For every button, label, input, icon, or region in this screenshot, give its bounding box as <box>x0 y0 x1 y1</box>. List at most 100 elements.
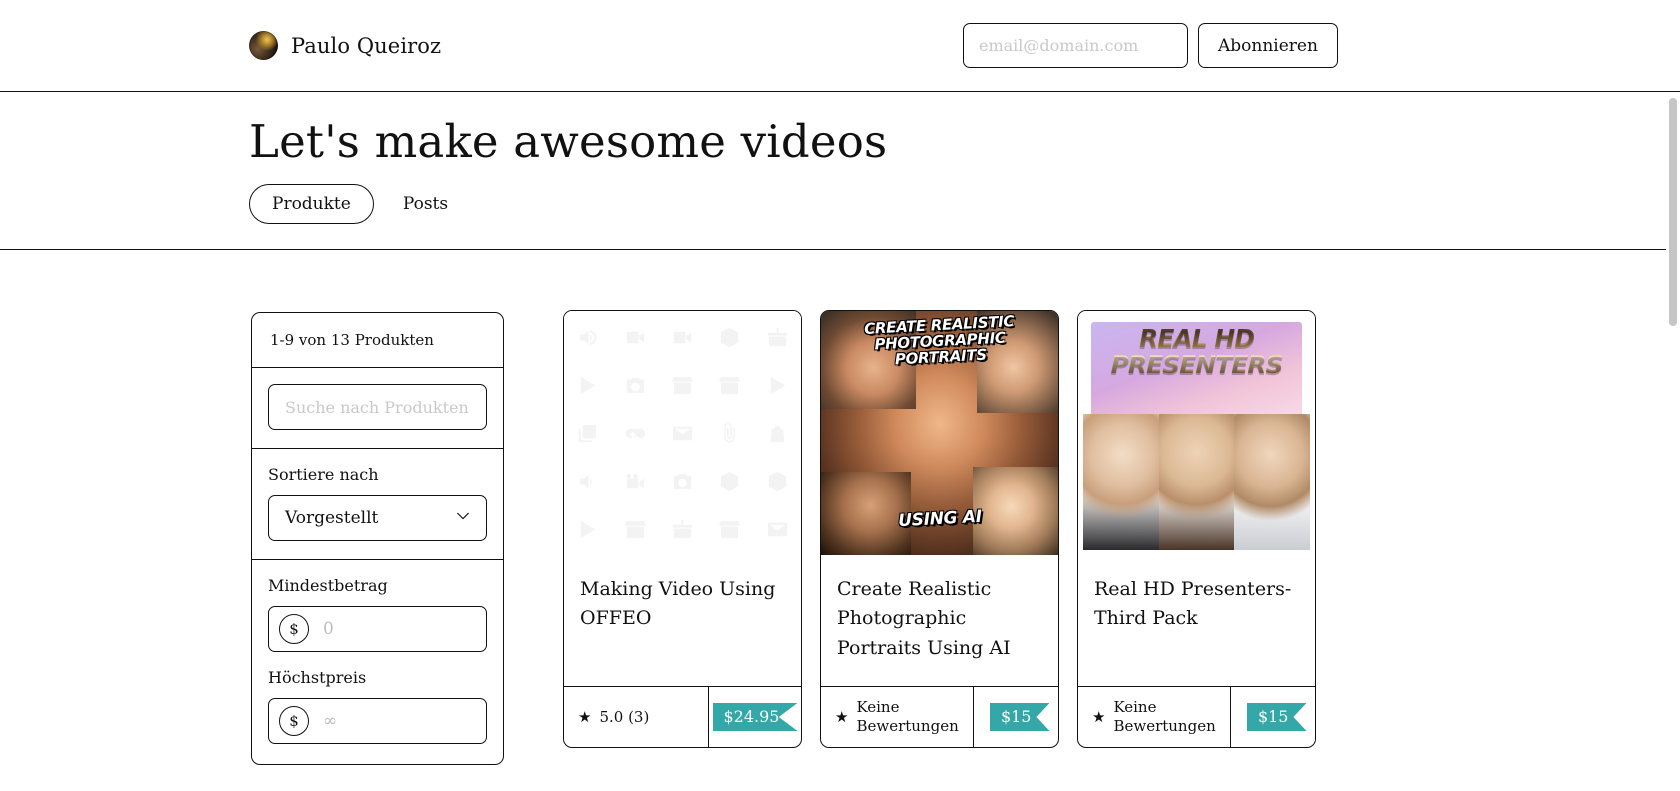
max-price-label: Höchstpreis <box>268 668 367 687</box>
product-rating: ★ Keine Bewertungen <box>1078 687 1230 747</box>
product-card[interactable]: Making Video Using OFFEO ★ 5.0 (3) $24.9… <box>563 310 802 748</box>
product-card-footer: ★ Keine Bewertungen $15 <box>821 686 1058 747</box>
sort-selected-value: Vorgestellt <box>285 508 379 528</box>
video-icon <box>671 326 694 349</box>
sort-label: Sortiere nach <box>268 465 379 484</box>
product-card-body: Create Realistic Photographic Portraits … <box>821 555 1058 686</box>
package-icon <box>766 470 789 493</box>
dollar-icon: $ <box>279 706 309 736</box>
product-rating: ★ 5.0 (3) <box>564 687 708 747</box>
presenter <box>1158 414 1235 550</box>
gamepad-icon <box>624 422 647 445</box>
presenter <box>1083 414 1159 550</box>
min-price-label: Mindestbetrag <box>268 576 388 595</box>
filter-price-section: Mindestbetrag $ Höchstpreis $ <box>252 560 503 764</box>
price-tag: $15 <box>989 703 1050 731</box>
page-title: Let's make awesome videos <box>249 115 888 168</box>
scrollbar-thumb[interactable] <box>1669 98 1677 326</box>
product-title: Making Video Using OFFEO <box>580 578 776 630</box>
photo-collage: CREATE REALISTIC PHOTOGRAPHIC PORTRAITS … <box>821 311 1058 555</box>
star-icon: ★ <box>835 707 849 726</box>
search-input[interactable] <box>268 384 487 430</box>
max-price-input[interactable] <box>309 710 459 732</box>
image-caption-bottom: USING AI <box>897 506 982 532</box>
star-icon: ★ <box>1092 707 1106 726</box>
price-tag: $15 <box>1246 703 1307 731</box>
store-icon <box>624 518 647 541</box>
product-rating: ★ Keine Bewertungen <box>821 687 973 747</box>
product-card-body: Making Video Using OFFEO <box>564 555 801 686</box>
mail-icon <box>671 422 694 445</box>
rating-text: Keine Bewertungen <box>1113 698 1216 735</box>
tab-produkte[interactable]: Produkte <box>249 184 374 224</box>
image-icon <box>576 422 599 445</box>
image-caption-top: CREATE REALISTIC PHOTOGRAPHIC PORTRAITS <box>863 312 1015 369</box>
product-card[interactable]: REAL HD PRESENTERS Real HD Presenters-Th… <box>1077 310 1316 748</box>
product-price-cell: $15 <box>972 687 1058 747</box>
product-count: 1-9 von 13 Produkten <box>252 313 503 368</box>
paperclip-icon <box>718 422 741 445</box>
product-grid: Making Video Using OFFEO ★ 5.0 (3) $24.9… <box>563 310 1316 748</box>
mail-icon <box>766 518 789 541</box>
subscribe-form: Abonnieren <box>963 23 1338 68</box>
play-icon <box>766 374 789 397</box>
email-input[interactable] <box>963 23 1188 68</box>
video-icon <box>624 326 647 349</box>
image-caption-top: REAL HD PRESENTERS <box>1083 326 1310 377</box>
sort-select[interactable]: Vorgestellt <box>268 495 487 541</box>
store-icon <box>671 374 694 397</box>
max-price-field[interactable]: $ <box>268 698 487 744</box>
star-icon: ★ <box>578 707 592 726</box>
store-icon <box>718 374 741 397</box>
filter-search-section <box>252 368 503 449</box>
speaker-icon <box>576 326 599 349</box>
product-title: Create Realistic Photographic Portraits … <box>837 578 1011 659</box>
presenter <box>1234 414 1310 550</box>
min-price-field[interactable]: $ <box>268 606 487 652</box>
product-price-cell: $15 <box>1229 687 1315 747</box>
package-icon <box>718 326 741 349</box>
gift-icon <box>671 518 694 541</box>
page-scrollbar[interactable] <box>1666 92 1680 791</box>
product-price-cell: $24.95 <box>708 687 801 747</box>
site-header: Paulo Queiroz Abonnieren <box>0 0 1680 92</box>
rating-text: Keine Bewertungen <box>856 698 959 735</box>
speaker-icon <box>576 470 599 493</box>
gift-icon <box>766 326 789 349</box>
product-card-footer: ★ Keine Bewertungen $15 <box>1078 686 1315 747</box>
filter-sort-section: Sortiere nach Vorgestellt <box>252 449 503 560</box>
product-image-placeholder <box>564 311 801 555</box>
tab-posts[interactable]: Posts <box>380 184 471 224</box>
brand-name: Paulo Queiroz <box>291 33 442 58</box>
subscribe-button[interactable]: Abonnieren <box>1198 23 1338 68</box>
film-camera-icon <box>624 470 647 493</box>
product-title: Real HD Presenters-Third Pack <box>1094 578 1292 630</box>
content-area: 1-9 von 13 Produkten Sortiere nach Vorge… <box>0 250 1680 791</box>
hero-section: Let's make awesome videos Produkte Posts <box>0 92 1680 250</box>
dollar-icon: $ <box>279 614 309 644</box>
play-icon <box>576 518 599 541</box>
product-card-body: Real HD Presenters-Third Pack <box>1078 555 1315 686</box>
placeholder-icon-grid <box>564 311 801 555</box>
collage-tile <box>972 467 1058 555</box>
brand[interactable]: Paulo Queiroz <box>249 31 441 60</box>
camera-icon <box>624 374 647 397</box>
box-icon <box>718 470 741 493</box>
user-avatar-icon <box>249 31 278 60</box>
product-image: REAL HD PRESENTERS <box>1078 311 1315 555</box>
tab-bar: Produkte Posts <box>249 184 471 224</box>
camera-icon <box>671 470 694 493</box>
filter-panel: 1-9 von 13 Produkten Sortiere nach Vorge… <box>251 312 504 765</box>
photo-inner: REAL HD PRESENTERS <box>1083 316 1310 550</box>
price-tag: $24.95 <box>712 703 798 731</box>
product-card-footer: ★ 5.0 (3) $24.95 <box>564 686 801 747</box>
chevron-down-icon <box>456 509 470 523</box>
play-icon <box>576 374 599 397</box>
product-card[interactable]: CREATE REALISTIC PHOTOGRAPHIC PORTRAITS … <box>820 310 1059 748</box>
max-price-row: Höchstpreis $ <box>268 668 487 744</box>
store-icon <box>718 518 741 541</box>
page-root: Paulo Queiroz Abonnieren Let's make awes… <box>0 0 1680 791</box>
presenters-photo: REAL HD PRESENTERS <box>1078 311 1315 555</box>
min-price-input[interactable] <box>309 618 459 640</box>
min-price-row: Mindestbetrag $ <box>268 576 487 652</box>
